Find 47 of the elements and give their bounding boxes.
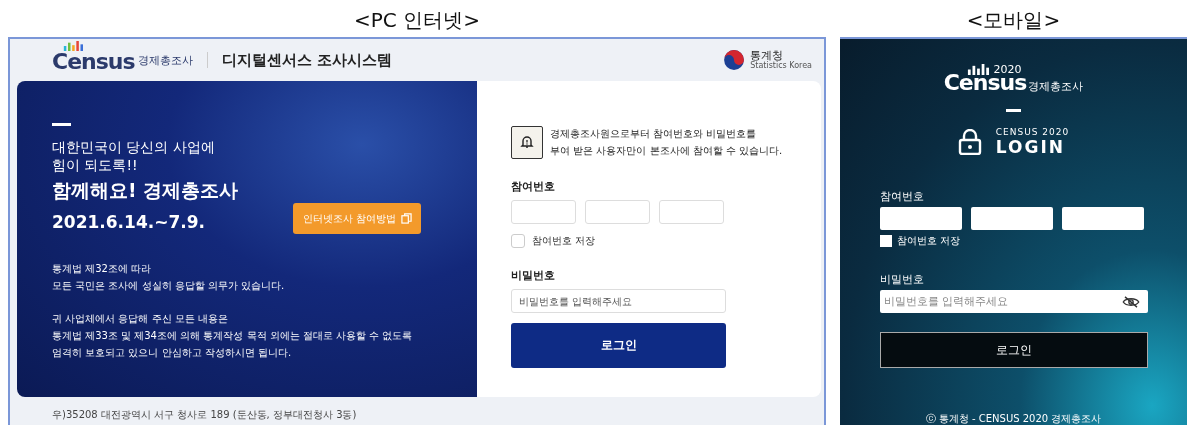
login-subtitle: CENSUS 2020 <box>995 127 1070 137</box>
password-field[interactable]: 비밀번호를 입력해주세요 <box>511 289 726 313</box>
logo-year: 2020 <box>993 64 1022 75</box>
field-label: 참여번호 <box>511 179 556 194</box>
lock-icon <box>957 129 982 155</box>
hero-lead-text: 대한민국이 당신의 사업에 힘이 되도록!! <box>52 138 216 174</box>
participation-number-field[interactable] <box>970 207 1053 230</box>
hero-headline: 함께해요! 경제총조사 <box>52 178 239 203</box>
checkbox[interactable] <box>511 234 525 248</box>
checkbox-label: 참여번호 저장 <box>896 234 960 248</box>
participation-number-field[interactable] <box>659 200 724 224</box>
address-text: 우)35208 대전광역시 서구 청사로 189 (둔산동, 정부대전청사 3동) <box>52 408 358 422</box>
participation-number-field[interactable] <box>879 207 962 230</box>
checkbox[interactable] <box>879 235 892 247</box>
bar-chart-logo-icon <box>965 64 990 75</box>
logo-subtitle: 경제총조사 <box>1028 79 1084 94</box>
participation-number-field[interactable] <box>585 200 650 224</box>
participation-number-field[interactable] <box>511 200 576 224</box>
notice-text: 귀 사업체에서 응답해 주신 모든 내용은 통계법 제33조 및 제34조에 의해 통계작성 목적 외에는 절대로 사용할 수 없도록 엄격히 보호되고 있으니 안심하고 작성하시면 됩니다. <box>52 312 414 360</box>
login-notice-text: 경제총조사원으로부터 참여번호와 비밀번호를 부여 받은 사용자만이 본조사에 참여할 수 있습니다. <box>550 127 783 158</box>
login-button[interactable]: 로그인 <box>879 332 1148 368</box>
agency-name: 통계청 <box>750 49 784 62</box>
field-label: 비밀번호 <box>511 268 556 283</box>
census-logo-text: Census <box>52 51 135 73</box>
system-title: 디지털센서스 조사시스템 <box>221 50 392 70</box>
password-field[interactable]: 비밀번호를 입력해주세요 <box>879 290 1148 313</box>
taegeuk-emblem-icon <box>723 49 746 71</box>
section-caption: <PC 인터넷> <box>353 7 481 34</box>
bell-icon <box>511 125 543 159</box>
logo-subtitle: 경제총조사 <box>137 52 193 68</box>
copyright-text: ⓒ 통계청 - CENSUS 2020 경제총조사 <box>925 413 1102 425</box>
field-label: 비밀번호 <box>879 272 925 287</box>
census-logo-text: Census <box>943 72 1027 94</box>
login-title: LOGIN <box>995 137 1066 157</box>
accent-dash <box>1006 109 1021 112</box>
notice-text: 통계법 제32조에 따라 모든 국민은 조사에 성실히 응답할 의무가 있습니다. <box>52 262 286 293</box>
field-label: 참여번호 <box>879 189 925 204</box>
participation-number-field[interactable] <box>1061 207 1144 230</box>
login-button[interactable]: 로그인 <box>511 323 726 368</box>
checkbox-label: 참여번호 저장 <box>532 234 596 248</box>
accent-dash <box>52 123 71 126</box>
section-caption: <모바일> <box>965 7 1062 34</box>
bar-chart-logo-icon <box>62 41 84 51</box>
survey-dates: 2021.6.14.~7.9. <box>52 212 206 232</box>
agency-english-name: Statistics Korea <box>750 61 812 71</box>
copy-icon <box>400 213 412 224</box>
hidden-eye-icon[interactable] <box>1121 296 1140 308</box>
